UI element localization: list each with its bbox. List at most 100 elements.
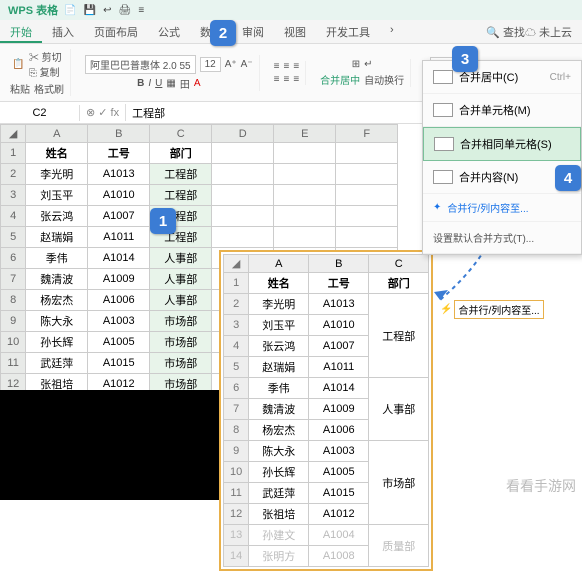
row-header[interactable]: 7 (1, 269, 26, 290)
font-name-select[interactable]: 阿里巴巴普惠体 2.0 55 (85, 55, 196, 74)
cell[interactable]: 赵瑞娟 (249, 357, 309, 378)
cell[interactable]: A1012 (309, 504, 369, 525)
font-color-button[interactable]: A (194, 78, 201, 89)
merge-default-setting[interactable]: 设置默认合并方式(T)... (423, 222, 581, 254)
align-left-icon[interactable]: ≡ (274, 74, 280, 85)
underline-button[interactable]: U (155, 78, 162, 89)
header-cell[interactable]: 部门 (150, 143, 212, 164)
cell[interactable]: A1010 (309, 315, 369, 336)
align-top-icon[interactable]: ≡ (274, 61, 280, 72)
wrap-icon[interactable]: ↵ (364, 59, 372, 70)
cell[interactable]: 魏清波 (26, 269, 88, 290)
cell[interactable]: A1013 (88, 164, 150, 185)
header-cell[interactable]: 姓名 (26, 143, 88, 164)
tab-home[interactable]: 开始 (0, 20, 42, 43)
cell[interactable]: A1004 (309, 525, 369, 546)
cell[interactable]: A1006 (88, 290, 150, 311)
cell[interactable]: 陈大永 (249, 441, 309, 462)
cell[interactable]: 武廷萍 (249, 483, 309, 504)
merge-center-button[interactable]: 合并居中 (320, 72, 360, 87)
cell-dept[interactable]: 市场部 (150, 332, 212, 353)
bold-button[interactable]: B (137, 78, 144, 89)
corner-cell[interactable]: ◢ (1, 125, 26, 143)
tab-layout[interactable]: 页面布局 (84, 20, 148, 43)
increase-font-icon[interactable]: A⁺ (225, 59, 237, 70)
cell[interactable]: 孙建文 (249, 525, 309, 546)
merge-same-item[interactable]: 合并相同单元格(S) (423, 127, 581, 161)
cell[interactable]: 张祖培 (249, 504, 309, 525)
row-header[interactable]: 6 (1, 248, 26, 269)
col-header[interactable]: D (212, 125, 274, 143)
cell-dept[interactable]: 人事部 (150, 269, 212, 290)
border-button[interactable]: 田 (180, 76, 190, 91)
align-right-icon[interactable]: ≡ (293, 74, 299, 85)
paste-icon[interactable]: 📋 (12, 59, 24, 70)
row-header[interactable]: 11 (1, 353, 26, 374)
cell[interactable]: A1009 (309, 399, 369, 420)
cell-dept[interactable]: 人事部 (150, 248, 212, 269)
search-button[interactable]: 🔍 查找 (486, 24, 525, 39)
italic-button[interactable]: I (148, 78, 151, 89)
merged-cell[interactable]: 市场部 (369, 441, 429, 525)
cell[interactable]: 季伟 (26, 248, 88, 269)
cell[interactable]: A1009 (88, 269, 150, 290)
cell[interactable]: 赵瑞娟 (26, 227, 88, 248)
cell[interactable]: 张云鸿 (249, 336, 309, 357)
col-header[interactable]: A (26, 125, 88, 143)
cell[interactable]: A1015 (309, 483, 369, 504)
cell[interactable]: A1015 (88, 353, 150, 374)
tab-insert[interactable]: 插入 (42, 20, 84, 43)
cell[interactable]: 张明方 (249, 546, 309, 567)
cell-dept[interactable]: 人事部 (150, 290, 212, 311)
row-header[interactable]: 1 (1, 143, 26, 164)
cell[interactable]: 魏清波 (249, 399, 309, 420)
merge-cells-item[interactable]: 合并单元格(M) (423, 94, 581, 127)
fill-color-button[interactable]: ▦ (166, 78, 175, 89)
cell-dept[interactable]: 市场部 (150, 353, 212, 374)
cell[interactable]: 季伟 (249, 378, 309, 399)
name-box[interactable]: C2 (0, 105, 80, 121)
undo-icon[interactable]: ↩ (103, 5, 111, 16)
cell[interactable]: A1014 (309, 378, 369, 399)
cell[interactable]: 刘玉平 (26, 185, 88, 206)
font-size-select[interactable]: 12 (200, 57, 221, 72)
merged-cell[interactable]: 人事部 (369, 378, 429, 441)
cell[interactable]: A1007 (309, 336, 369, 357)
cell[interactable]: 刘玉平 (249, 315, 309, 336)
row-header[interactable]: 9 (1, 311, 26, 332)
print-icon[interactable]: 🖨 (119, 5, 132, 16)
col-header[interactable]: C (150, 125, 212, 143)
cell[interactable]: A1011 (309, 357, 369, 378)
cell-dept[interactable]: 市场部 (150, 311, 212, 332)
merge-center-item[interactable]: 合并居中(C) Ctrl+ (423, 61, 581, 94)
cell[interactable]: A1011 (88, 227, 150, 248)
row-header[interactable]: 8 (1, 290, 26, 311)
cell[interactable]: 李光明 (249, 294, 309, 315)
cloud-status[interactable]: ☁ 未上云 (525, 24, 572, 39)
row-header[interactable]: 2 (1, 164, 26, 185)
doc-icon[interactable]: 📄 (64, 5, 76, 16)
cell[interactable]: A1005 (309, 462, 369, 483)
save-icon[interactable]: 💾 (84, 5, 96, 16)
header-cell[interactable]: 工号 (88, 143, 150, 164)
align-center-icon[interactable]: ≡ (283, 74, 289, 85)
cell[interactable]: 陈大永 (26, 311, 88, 332)
align-mid-icon[interactable]: ≡ (283, 61, 289, 72)
row-header[interactable]: 5 (1, 227, 26, 248)
cell[interactable]: A1005 (88, 332, 150, 353)
cell[interactable]: 孙长辉 (249, 462, 309, 483)
cell[interactable]: 武廷萍 (26, 353, 88, 374)
menu-icon[interactable]: ≡ (138, 5, 144, 16)
cell[interactable]: A1007 (88, 206, 150, 227)
copy-button[interactable]: ⎘ 复制 (29, 64, 62, 79)
fx-icons[interactable]: ⊗ ✓ fx (80, 104, 126, 121)
cell[interactable]: A1013 (309, 294, 369, 315)
cell[interactable]: 张云鸿 (26, 206, 88, 227)
cell[interactable]: A1008 (309, 546, 369, 567)
col-header[interactable]: F (336, 125, 398, 143)
cell[interactable]: 孙长辉 (26, 332, 88, 353)
cell[interactable]: A1006 (309, 420, 369, 441)
format-painter-button[interactable]: 格式刷 (34, 81, 64, 96)
cut-button[interactable]: ✂ 剪切 (29, 49, 62, 64)
cell[interactable]: A1003 (88, 311, 150, 332)
